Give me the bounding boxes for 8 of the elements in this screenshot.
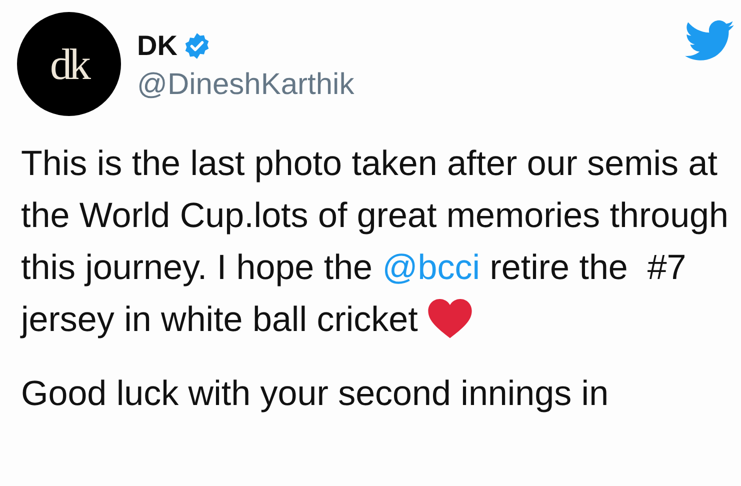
avatar[interactable]: dk	[17, 12, 121, 116]
bird-icon[interactable]	[685, 20, 735, 62]
tweet-text: Good luck with your second innings in	[21, 373, 610, 415]
author-handle[interactable]: @DineshKarthik	[137, 68, 354, 102]
tweet-text: This is the last photo taken after our semis at the World Cup.lots of great memories through this journey. I hope the @bcci retire the #7 jersey in white ball cricket	[21, 143, 730, 341]
avatar-logo: dk	[50, 38, 88, 90]
author-name[interactable]: DK	[137, 30, 178, 62]
heart-icon	[428, 299, 472, 339]
